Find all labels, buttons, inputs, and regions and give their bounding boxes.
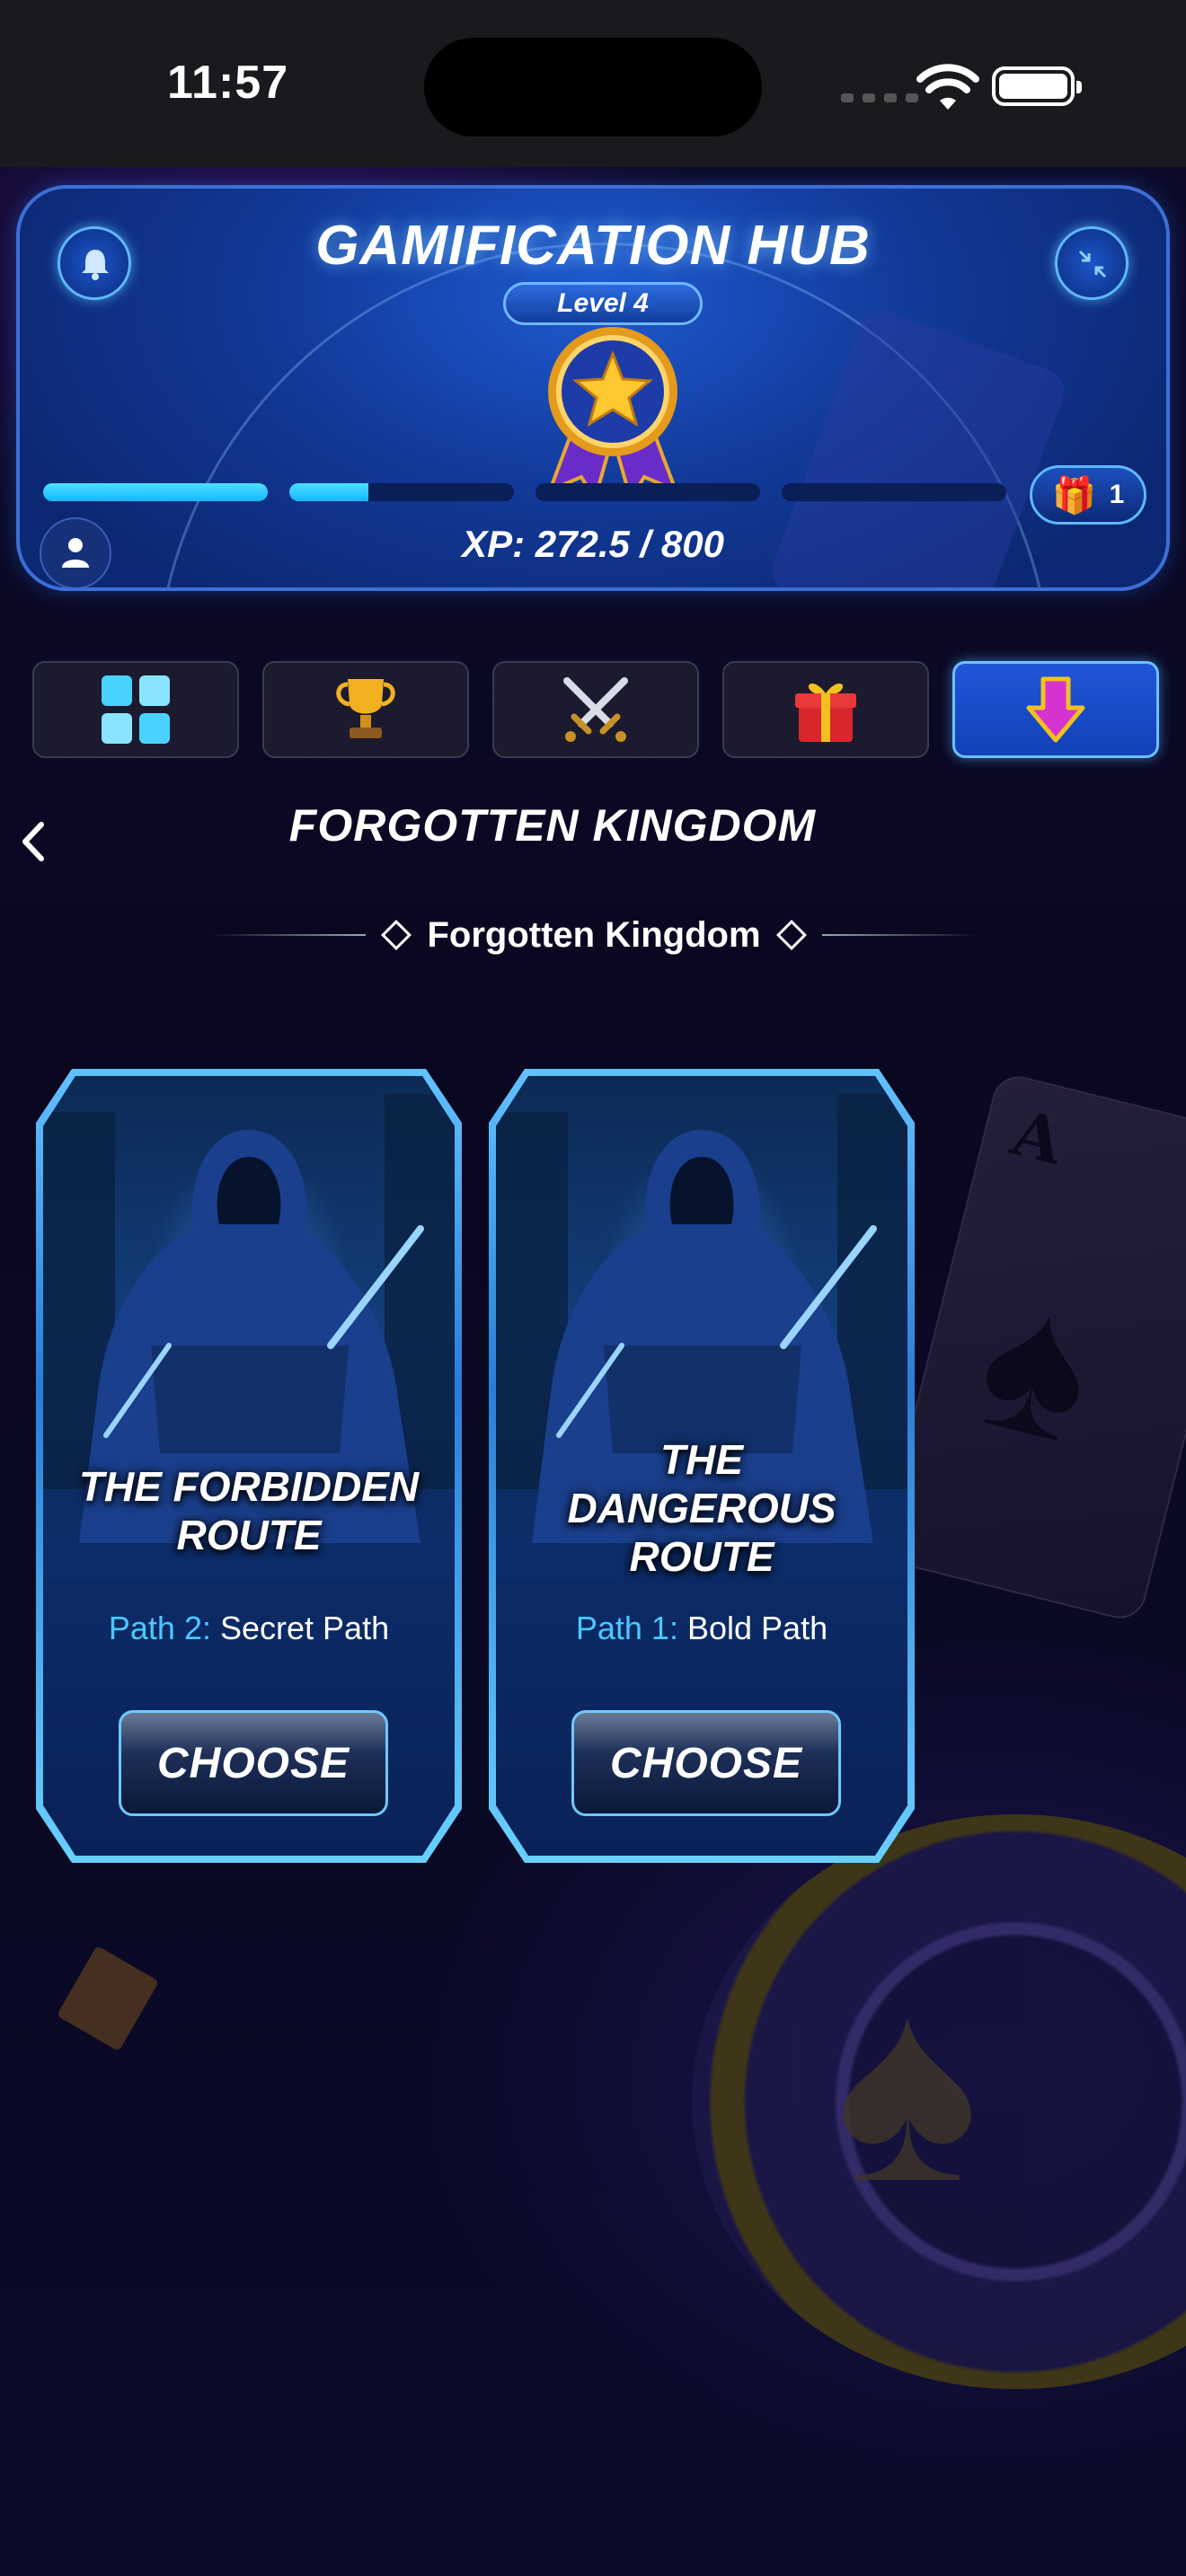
route-path: Path 1: Bold Path bbox=[496, 1610, 907, 1647]
tab-battles[interactable] bbox=[492, 661, 699, 758]
tab-rewards[interactable] bbox=[722, 661, 929, 758]
grid-icon bbox=[102, 675, 170, 744]
gift-icon bbox=[795, 684, 856, 742]
dynamic-island bbox=[424, 38, 762, 137]
gift-count: 1 bbox=[1109, 480, 1125, 509]
gamification-hub-panel: GAMIFICATION HUB Level 4 🎁 1 XP: 272.5 /… bbox=[16, 185, 1170, 591]
collapse-button[interactable] bbox=[1055, 226, 1128, 300]
gift-icon: 🎁 bbox=[1051, 475, 1097, 516]
background-confetti bbox=[56, 1945, 160, 2051]
background-poker-chip: ♠ bbox=[692, 1814, 1186, 2389]
divider-line bbox=[212, 934, 367, 936]
diamond-icon bbox=[381, 920, 412, 950]
background-playing-card: A ♠ bbox=[877, 1071, 1186, 1624]
route-path: Path 2: Secret Path bbox=[43, 1610, 455, 1647]
hub-title: GAMIFICATION HUB bbox=[315, 215, 871, 277]
tab-trophies[interactable] bbox=[262, 661, 469, 758]
route-card: THE DANGEROUS ROUTE Path 1: Bold Path CH… bbox=[489, 1069, 915, 1863]
route-card-body: THE DANGEROUS ROUTE Path 1: Bold Path CH… bbox=[496, 1076, 907, 1856]
cellular-signal-icon bbox=[841, 93, 918, 102]
xp-progress-segments bbox=[43, 483, 1006, 501]
trophy-icon bbox=[336, 679, 395, 738]
gift-counter-button[interactable]: 🎁 1 bbox=[1030, 465, 1146, 525]
wifi-icon bbox=[916, 64, 979, 110]
choose-button[interactable]: CHOOSE bbox=[571, 1710, 841, 1816]
progress-segment bbox=[289, 483, 514, 501]
bell-icon bbox=[82, 250, 109, 280]
progress-segment bbox=[43, 483, 268, 501]
down-arrow-icon bbox=[1026, 676, 1085, 743]
status-time: 11:57 bbox=[167, 57, 289, 109]
path-value: Secret Path bbox=[220, 1610, 390, 1646]
page-title: FORGOTTEN KINGDOM bbox=[288, 800, 817, 851]
status-bar: 11:57 bbox=[0, 0, 1186, 167]
route-title: THE FORBIDDEN ROUTE bbox=[78, 1463, 420, 1558]
subheading-text: Forgotten Kingdom bbox=[427, 914, 761, 955]
crossed-swords-icon bbox=[563, 677, 628, 742]
path-label: Path 1: bbox=[575, 1610, 678, 1646]
tab-bar bbox=[32, 661, 1159, 758]
collapse-arrows-icon bbox=[1078, 250, 1107, 278]
diamond-icon bbox=[775, 920, 807, 950]
route-card: THE FORBIDDEN ROUTE Path 2: Secret Path … bbox=[36, 1069, 462, 1863]
path-label: Path 2: bbox=[108, 1610, 211, 1646]
progress-segment bbox=[782, 483, 1006, 501]
medal-icon bbox=[546, 327, 679, 499]
divider-line bbox=[821, 934, 977, 936]
choose-button[interactable]: CHOOSE bbox=[119, 1710, 388, 1816]
route-title: THE DANGEROUS ROUTE bbox=[567, 1436, 836, 1580]
xp-text: XP: 272.5 / 800 bbox=[462, 523, 724, 565]
battery-icon bbox=[992, 66, 1082, 106]
route-card-body: THE FORBIDDEN ROUTE Path 2: Secret Path … bbox=[43, 1076, 455, 1856]
tab-path[interactable] bbox=[952, 661, 1159, 758]
progress-segment bbox=[535, 483, 760, 501]
notifications-button[interactable] bbox=[58, 226, 131, 300]
tab-dashboard[interactable] bbox=[32, 661, 239, 758]
section-subheading: Forgotten Kingdom bbox=[212, 913, 977, 957]
path-value: Bold Path bbox=[686, 1610, 828, 1646]
level-badge: Level 4 bbox=[503, 282, 703, 325]
